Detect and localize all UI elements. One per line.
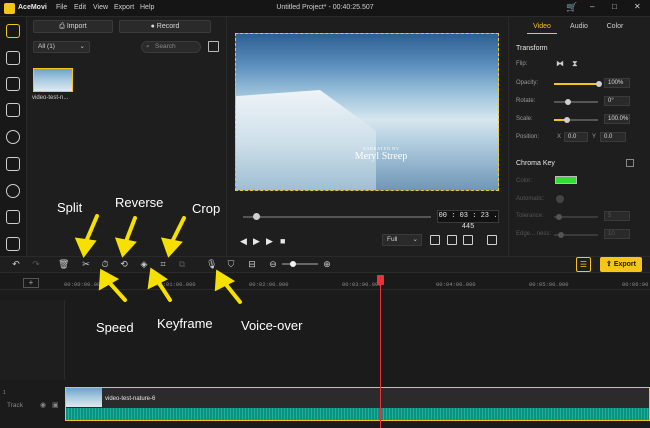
crop-arrowhead [160, 237, 183, 258]
annotation-voice-over: Voice-over [241, 318, 303, 333]
annotation-crop: Crop [192, 201, 221, 216]
annotation-speed: Speed [96, 320, 134, 335]
annotation-keyframe: Keyframe [157, 316, 213, 331]
annotation-reverse: Reverse [115, 195, 164, 210]
annotation-split: Split [57, 200, 83, 215]
keyframe-arrowhead [147, 267, 168, 290]
split-arrowhead [74, 237, 97, 258]
reverse-arrowhead [114, 237, 137, 258]
annotation-arrows [74, 214, 242, 304]
